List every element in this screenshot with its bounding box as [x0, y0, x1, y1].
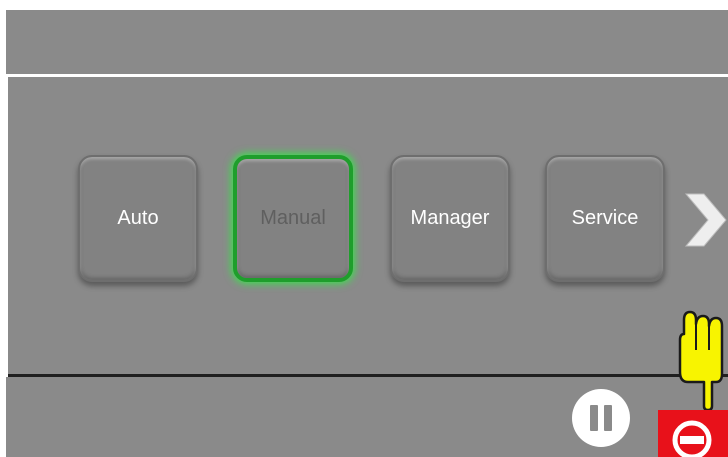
no-entry-icon: [672, 420, 712, 457]
chevron-right-icon: [684, 193, 727, 247]
manager-mode-button[interactable]: Manager: [390, 155, 510, 282]
pause-button[interactable]: [571, 388, 631, 448]
pause-icon: [572, 389, 630, 447]
manager-mode-label: Manager: [410, 207, 490, 229]
next-page-button[interactable]: [682, 190, 728, 250]
pointing-hand-icon: [676, 310, 728, 412]
auto-mode-button[interactable]: Auto: [78, 155, 198, 282]
top-bar: [6, 10, 728, 74]
manual-mode-button[interactable]: Manual: [233, 155, 353, 282]
auto-mode-label: Auto: [117, 207, 159, 229]
manual-mode-label: Manual: [260, 207, 326, 229]
service-mode-button[interactable]: Service: [545, 155, 665, 282]
hmi-screen: Auto Manual Manager Service: [0, 0, 728, 457]
stop-button[interactable]: [658, 410, 728, 457]
service-mode-label: Service: [571, 207, 639, 229]
